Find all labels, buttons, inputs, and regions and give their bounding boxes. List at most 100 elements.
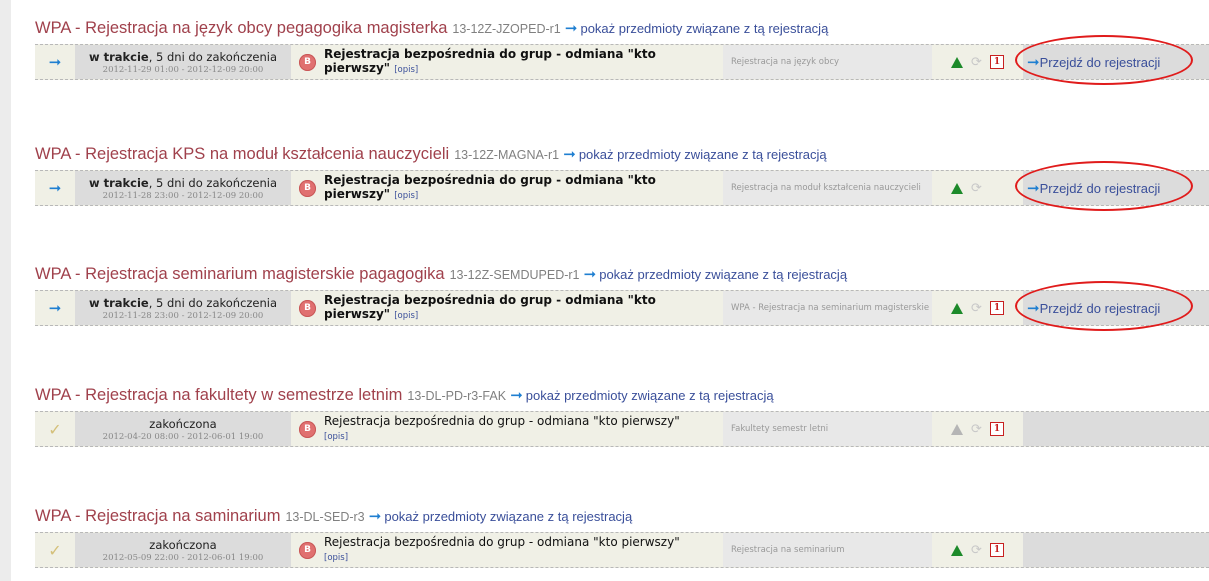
- registration-code: 13-12Z-JZOPED-r1: [452, 22, 561, 36]
- description-link[interactable]: [opis]: [324, 553, 348, 563]
- show-subjects-link[interactable]: pokaż przedmioty związane z tą rejestrac…: [384, 509, 632, 524]
- refresh-icon: ⟳: [971, 300, 982, 316]
- status-label: w trakcie: [88, 175, 149, 190]
- highlight-ellipse: [1015, 161, 1193, 211]
- registration-type-cell: B Rejestracja bezpośrednia do grup - odm…: [291, 412, 723, 446]
- indicator-cell: ⟳ 1: [932, 412, 1023, 446]
- description-link[interactable]: [opis]: [394, 311, 418, 321]
- refresh-icon: ⟳: [971, 542, 982, 558]
- registration-header: WPA - Rejestracja na saminarium 13-DL-SED…: [35, 507, 632, 526]
- registration-type-cell: B Rejestracja bezpośrednia do grup - odm…: [291, 533, 723, 567]
- registration-code: 13-12Z-SEMDUPED-r1: [449, 268, 580, 282]
- go-cell: [1023, 412, 1209, 446]
- status-icon-cell: ➞: [35, 171, 75, 205]
- number-badge: 1: [989, 422, 1004, 436]
- registration-type-cell: B Rejestracja bezpośrednia do grup - odm…: [291, 171, 723, 205]
- registration-description: Rejestracja na język obcy: [723, 45, 932, 79]
- registration-header: WPA - Rejestracja KPS na moduł kształcen…: [35, 145, 827, 164]
- registration-type: Rejestracja bezpośrednia do grup - odmia…: [324, 535, 680, 549]
- arrow-right-icon[interactable]: ➞: [565, 19, 578, 37]
- status-cell: w trakcie, 5 dni do zakończenia 2012-11-…: [75, 45, 291, 79]
- arrow-right-icon[interactable]: ➞: [369, 507, 382, 525]
- registration-row: ➞ w trakcie, 5 dni do zakończenia 2012-1…: [35, 281, 1209, 331]
- show-subjects-link[interactable]: pokaż przedmioty związane z tą rejestrac…: [599, 267, 847, 282]
- go-cell: [1023, 533, 1209, 567]
- status-label: w trakcie: [88, 49, 149, 64]
- number-badge: 1: [989, 301, 1004, 315]
- status-remaining: , 5 dni do zakończenia: [148, 295, 278, 310]
- number-badge: 1: [989, 55, 1004, 69]
- registration-header: WPA - Rejestracja na język obcy pegagogi…: [35, 19, 828, 38]
- status-label: zakończona: [149, 416, 217, 431]
- registration-type: Rejestracja bezpośrednia do grup - odmia…: [324, 173, 656, 201]
- date-range: 2012-05-09 22:00 - 2012-06-01 19:00: [102, 552, 264, 563]
- status-remaining: , 5 dni do zakończenia: [148, 175, 278, 190]
- show-subjects-link[interactable]: pokaż przedmioty związane z tą rejestrac…: [579, 147, 827, 162]
- go-cell: ➞ Przejdź do rejestracji: [1015, 281, 1209, 331]
- registration-type: Rejestracja bezpośrednia do grup - odmia…: [324, 414, 680, 428]
- type-badge-icon: B: [299, 420, 316, 438]
- status-label: w trakcie: [88, 295, 149, 310]
- triangle-up-icon: [951, 56, 964, 68]
- arrow-right-icon[interactable]: ➞: [584, 265, 597, 283]
- status-cell: zakończona 2012-05-09 22:00 - 2012-06-01…: [75, 533, 291, 567]
- type-badge-icon: B: [299, 541, 316, 559]
- registration-header: WPA - Rejestracja na fakultety w semestr…: [35, 386, 774, 405]
- registration-row: ✓ zakończona 2012-04-20 08:00 - 2012-06-…: [35, 411, 1209, 447]
- registration-code: 13-12Z-MAGNA-r1: [454, 148, 560, 162]
- registration-description: Rejestracja na moduł kształcenia nauczyc…: [723, 171, 932, 205]
- highlight-ellipse: [1015, 35, 1193, 85]
- highlight-ellipse: [1015, 281, 1193, 331]
- status-icon-cell: ➞: [35, 291, 75, 325]
- indicator-cell: ⟳ 1: [932, 291, 1023, 325]
- registration-type: Rejestracja bezpośrednia do grup - odmia…: [324, 293, 656, 321]
- date-range: 2012-11-28 23:00 - 2012-12-09 20:00: [102, 190, 264, 201]
- registration-type-cell: B Rejestracja bezpośrednia do grup - odm…: [291, 45, 723, 79]
- type-badge-icon: B: [299, 53, 316, 71]
- left-gutter: [0, 0, 11, 581]
- arrow-right-icon: ➞: [48, 299, 62, 317]
- date-range: 2012-04-20 08:00 - 2012-06-01 19:00: [102, 431, 264, 442]
- registration-title: WPA - Rejestracja seminarium magisterski…: [35, 265, 445, 283]
- show-subjects-link[interactable]: pokaż przedmioty związane z tą rejestrac…: [580, 21, 828, 36]
- refresh-icon: ⟳: [971, 421, 982, 437]
- date-range: 2012-11-28 23:00 - 2012-12-09 20:00: [102, 310, 264, 321]
- go-cell: ➞ Przejdź do rejestracji: [1015, 161, 1209, 211]
- registration-type: Rejestracja bezpośrednia do grup - odmia…: [324, 47, 656, 75]
- registration-code: 13-DL-SED-r3: [285, 510, 365, 524]
- triangle-up-icon: [951, 544, 964, 556]
- registration-code: 13-DL-PD-r3-FAK: [407, 389, 507, 403]
- status-icon-cell: ✓: [35, 412, 75, 446]
- indicator-cell: ⟳: [932, 171, 1023, 205]
- refresh-icon: ⟳: [971, 54, 982, 70]
- status-cell: w trakcie, 5 dni do zakończenia 2012-11-…: [75, 291, 291, 325]
- registration-description: WPA - Rejestracja na seminarium magister…: [723, 291, 932, 325]
- status-label: zakończona: [149, 537, 217, 552]
- registration-row: ✓ zakończona 2012-05-09 22:00 - 2012-06-…: [35, 532, 1209, 568]
- description-link[interactable]: [opis]: [394, 191, 418, 201]
- triangle-up-icon: [951, 302, 964, 314]
- date-range: 2012-11-29 01:00 - 2012-12-09 20:00: [102, 64, 264, 75]
- registration-title: WPA - Rejestracja na saminarium: [35, 507, 281, 525]
- registration-title: WPA - Rejestracja na język obcy pegagogi…: [35, 19, 448, 37]
- description-link[interactable]: [opis]: [394, 65, 418, 75]
- type-badge-icon: B: [299, 179, 316, 197]
- registration-row: ➞ w trakcie, 5 dni do zakończenia 2012-1…: [35, 161, 1209, 211]
- show-subjects-link[interactable]: pokaż przedmioty związane z tą rejestrac…: [526, 388, 774, 403]
- registration-type-cell: B Rejestracja bezpośrednia do grup - odm…: [291, 291, 723, 325]
- arrow-right-icon[interactable]: ➞: [510, 386, 523, 404]
- status-remaining: , 5 dni do zakończenia: [148, 49, 278, 64]
- go-cell: ➞ Przejdź do rejestracji: [1015, 35, 1209, 85]
- triangle-up-icon: [951, 182, 964, 194]
- indicator-cell: ⟳ 1: [932, 45, 1023, 79]
- description-link[interactable]: [opis]: [324, 432, 348, 442]
- registration-title: WPA - Rejestracja KPS na moduł kształcen…: [35, 145, 450, 163]
- status-icon-cell: ✓: [35, 533, 75, 567]
- refresh-icon: ⟳: [971, 180, 982, 196]
- arrow-right-icon[interactable]: ➞: [563, 145, 576, 163]
- arrow-right-icon: ➞: [48, 53, 62, 71]
- status-cell: w trakcie, 5 dni do zakończenia 2012-11-…: [75, 171, 291, 205]
- type-badge-icon: B: [299, 299, 316, 317]
- registration-description: Rejestracja na seminarium: [723, 533, 932, 567]
- indicator-cell: ⟳ 1: [932, 533, 1023, 567]
